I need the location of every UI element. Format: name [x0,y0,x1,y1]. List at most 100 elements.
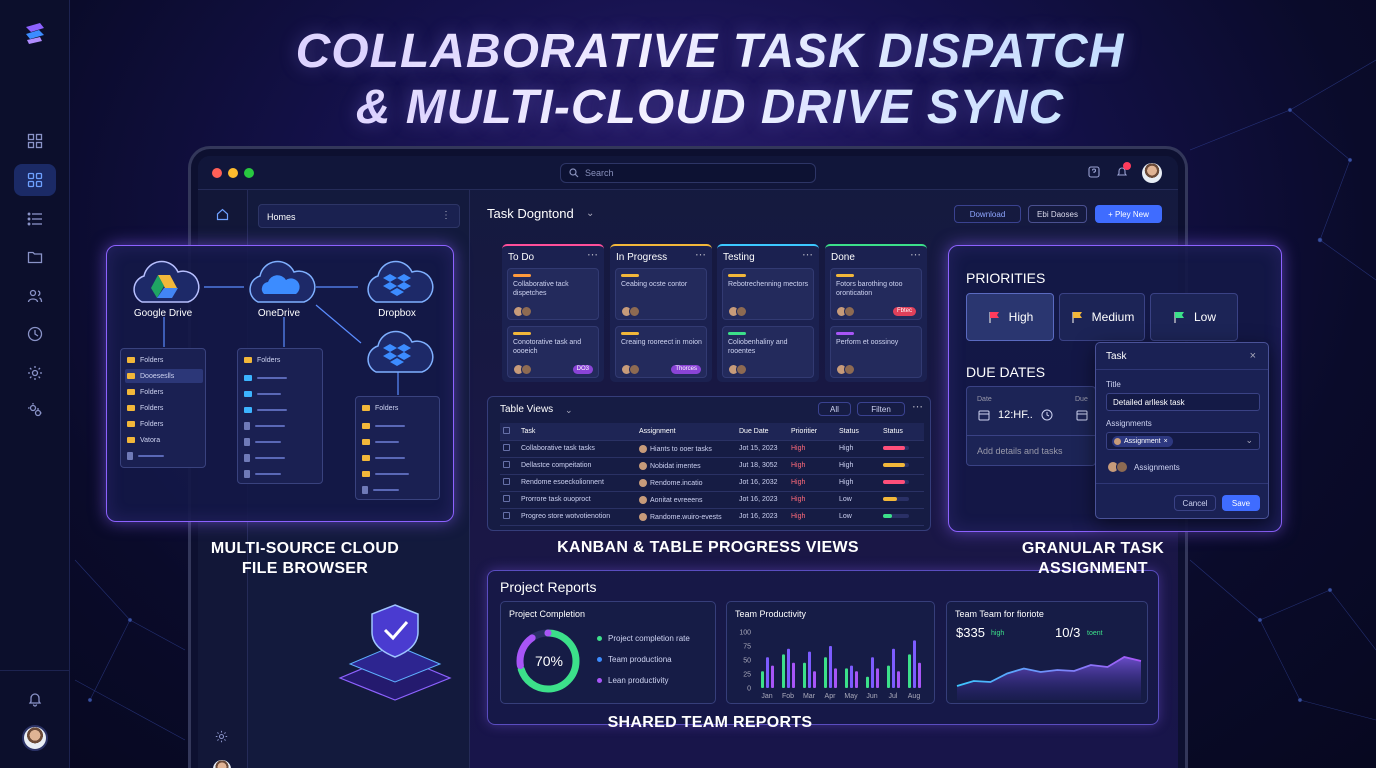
bar [808,651,811,688]
dropbox-sync-icon[interactable] [360,328,436,378]
col-assignment[interactable]: Assignment [636,423,736,441]
row-checkbox[interactable] [500,457,518,475]
col-status[interactable]: Status [836,423,880,441]
folder-row-1[interactable]: Dooeseslls [125,369,203,383]
kanban-card[interactable]: Rebotrechenning mectors [722,268,814,320]
secondary-button[interactable]: Ebi Daoses [1028,205,1087,223]
col-priority[interactable]: Prioritier [788,423,836,441]
folder-row-4[interactable]: Folders [127,417,163,431]
od-row-7[interactable] [244,467,281,481]
avatar [639,512,647,521]
table-row[interactable]: Dellastce compeitation Nobidat imentes Jut… [500,457,924,475]
home-icon[interactable] [216,208,229,221]
db-row-5[interactable] [362,483,399,497]
dropbox-icon[interactable] [360,258,436,308]
calendar-icon[interactable] [978,409,990,421]
cancel-button[interactable]: Cancel [1174,495,1216,511]
select-chevron-icon[interactable]: ⌄ [1245,435,1253,446]
table-more-icon[interactable]: ⋯ [912,400,923,413]
google-drive-icon[interactable] [126,258,202,308]
bar [855,671,858,688]
table-row[interactable]: Rendome esoeckolionnent Rendome.incatio Jo… [500,474,924,492]
col-task[interactable]: Task [518,423,636,441]
kanban-card[interactable]: Coliobenhaliny and rooentes [722,326,814,378]
kanban-card[interactable]: Collaborative tack dispetches [507,268,599,320]
od-row-1[interactable] [244,371,287,385]
window-titlebar: Search [198,156,1178,190]
homes-dropdown[interactable]: Homes ⋮ [258,204,460,228]
bar [892,648,895,688]
table-title-chevron-icon[interactable]: ⌄ [565,405,573,416]
priority-low-button[interactable]: Low [1150,293,1238,341]
add-details-input[interactable]: Add details and tasks [977,446,1063,456]
select-all-cell[interactable] [500,423,518,441]
inner-avatar[interactable] [213,760,231,768]
od-row-2[interactable] [244,387,281,401]
folder-row-5[interactable]: Vatora [127,433,160,447]
all-button[interactable]: All [818,402,851,416]
new-task-button[interactable]: + Pley New [1095,205,1162,223]
priority-high-button[interactable]: High [966,293,1054,341]
flag-high-icon [989,312,999,323]
row-task: Collaborative task tasks [518,440,636,458]
kanban-card[interactable]: Fotors barothing otoo orontication Fbtec [830,268,922,320]
filter-button[interactable]: Filten [857,402,905,416]
row-checkbox[interactable] [500,491,518,509]
od-row-6[interactable] [244,451,285,465]
dialog-close-icon[interactable]: × [1250,350,1256,362]
kanban-column-title: To Do [508,252,535,263]
od-row-5[interactable] [244,435,281,449]
assignment-chip[interactable]: Assignment × [1112,436,1173,447]
od-row-4[interactable] [244,419,285,433]
search-input[interactable]: Search [560,163,816,183]
db-row-1[interactable] [362,419,405,433]
column-more-icon[interactable]: ⋯ [587,248,598,261]
folder-row-3[interactable]: Folders [127,401,163,415]
kanban-card[interactable]: Creaing rooreect in rnoion Thorces [615,326,707,378]
date-label: Date [977,396,992,403]
productivity-title: Team Productivity [735,609,807,619]
title-input[interactable]: Detailed arllesk task [1106,393,1260,411]
inner-settings-icon[interactable] [215,730,228,743]
onedrive-icon[interactable] [242,258,318,308]
kanban-card[interactable]: Ceabing ocste contor [615,268,707,320]
download-button[interactable]: Download [954,205,1021,223]
db-row-4[interactable] [362,467,409,481]
row-checkbox[interactable] [500,474,518,492]
row-checkbox[interactable] [500,508,518,526]
folder-row-2[interactable]: Folders [127,385,163,399]
finance-title: Team Team for fioriote [955,609,1044,619]
column-more-icon[interactable]: ⋯ [910,248,921,261]
col-status-bar[interactable]: Status [880,423,924,441]
kanban-card[interactable]: Perform et oossinoy [830,326,922,378]
od-row-3[interactable] [244,403,287,417]
bar [866,676,869,688]
save-button[interactable]: Save [1222,495,1260,511]
table-row[interactable]: Collaborative task tasks Hiants to ooer t… [500,440,924,458]
minimize-dot[interactable] [228,168,238,178]
due-calendar-icon[interactable] [1076,409,1088,421]
google-drive-label: Google Drive [133,308,193,319]
column-more-icon[interactable]: ⋯ [802,248,813,261]
kanban-card[interactable]: Conotorative task and oooeich DO3 [507,326,599,378]
help-icon[interactable] [1088,166,1100,178]
db-row-3[interactable] [362,451,405,465]
maximize-dot[interactable] [244,168,254,178]
column-more-icon[interactable]: ⋯ [695,248,706,261]
db-row-2[interactable] [362,435,399,449]
date-value[interactable]: 12:HF.. [998,409,1033,421]
row-checkbox[interactable] [500,440,518,458]
time-icon[interactable] [1041,409,1053,421]
file-row-6[interactable] [127,449,164,463]
folder-box-onedrive-title: Folders [244,353,280,367]
more-icon[interactable]: ⋮ [441,210,451,221]
col-due[interactable]: Due Date [736,423,788,441]
header-avatar[interactable] [1142,163,1162,183]
bar [761,671,764,688]
board-title-chevron-icon[interactable]: ⌄ [586,208,594,219]
assignment-select[interactable]: Assignment × ⌄ [1106,432,1260,450]
table-row[interactable]: Prorrore task ouoproct Aonitat evreeens Jo… [500,491,924,509]
table-row[interactable]: Progreo store wotvotienotion Randome.wuir… [500,508,924,526]
close-dot[interactable] [212,168,222,178]
priority-medium-button[interactable]: Medium [1059,293,1145,341]
